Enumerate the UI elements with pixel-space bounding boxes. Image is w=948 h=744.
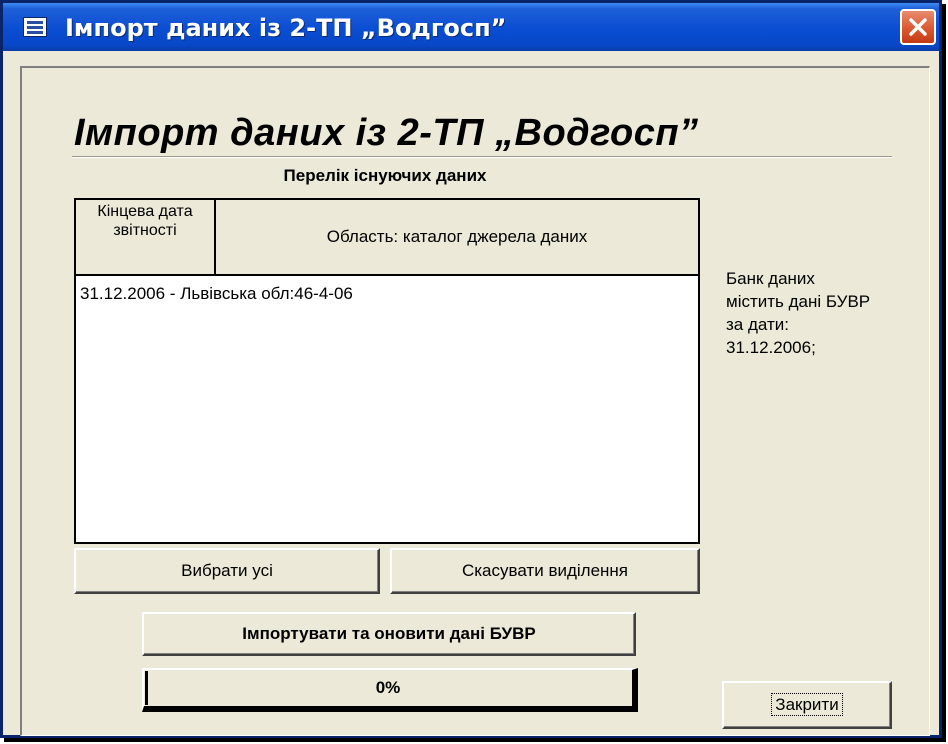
title-bar[interactable]: Імпорт даних із 2-ТП „Водгосп” <box>3 3 939 51</box>
data-listbox[interactable]: Кінцева дата звітності Область: каталог … <box>74 198 700 544</box>
form-body: Імпорт даних із 2-ТП „Водгосп” Перелік і… <box>20 66 930 736</box>
status-line: містить дані БУВР <box>726 292 871 311</box>
import-dialog-window: Імпорт даних із 2-ТП „Водгосп” Імпорт да… <box>0 0 942 738</box>
progress-label: 0% <box>375 678 401 697</box>
status-line: за дати: <box>726 315 789 334</box>
close-button[interactable]: Закрити <box>722 681 892 729</box>
list-header: Кінцева дата звітності Область: каталог … <box>76 200 698 276</box>
close-button-label: Закрити <box>771 693 843 716</box>
status-text: Банк даних містить дані БУВР за дати: 31… <box>726 267 926 359</box>
select-all-button[interactable]: Вибрати усі <box>74 548 380 594</box>
column-header-date: Кінцева дата звітності <box>76 200 216 274</box>
deselect-button[interactable]: Скасувати виділення <box>390 548 700 594</box>
list-item[interactable]: 31.12.2006 - Львівська обл:46-4-06 <box>80 284 353 304</box>
status-line: 31.12.2006; <box>726 338 816 357</box>
column-header-area: Область: каталог джерела даних <box>326 227 588 246</box>
window-close-button[interactable] <box>900 9 936 45</box>
form-heading: Імпорт даних із 2-ТП „Водгосп” <box>74 112 699 154</box>
status-line: Банк даних <box>726 269 815 288</box>
list-title: Перелік існуючих даних <box>283 166 487 185</box>
progress-edge <box>145 671 148 705</box>
window-title: Імпорт даних із 2-ТП „Водгосп” <box>65 14 507 42</box>
close-icon <box>909 18 927 36</box>
progress-bar: 0% <box>142 668 638 712</box>
import-update-button[interactable]: Імпортувати та оновити дані БУВР <box>142 612 636 656</box>
form-icon <box>23 17 47 37</box>
heading-divider <box>72 156 892 158</box>
